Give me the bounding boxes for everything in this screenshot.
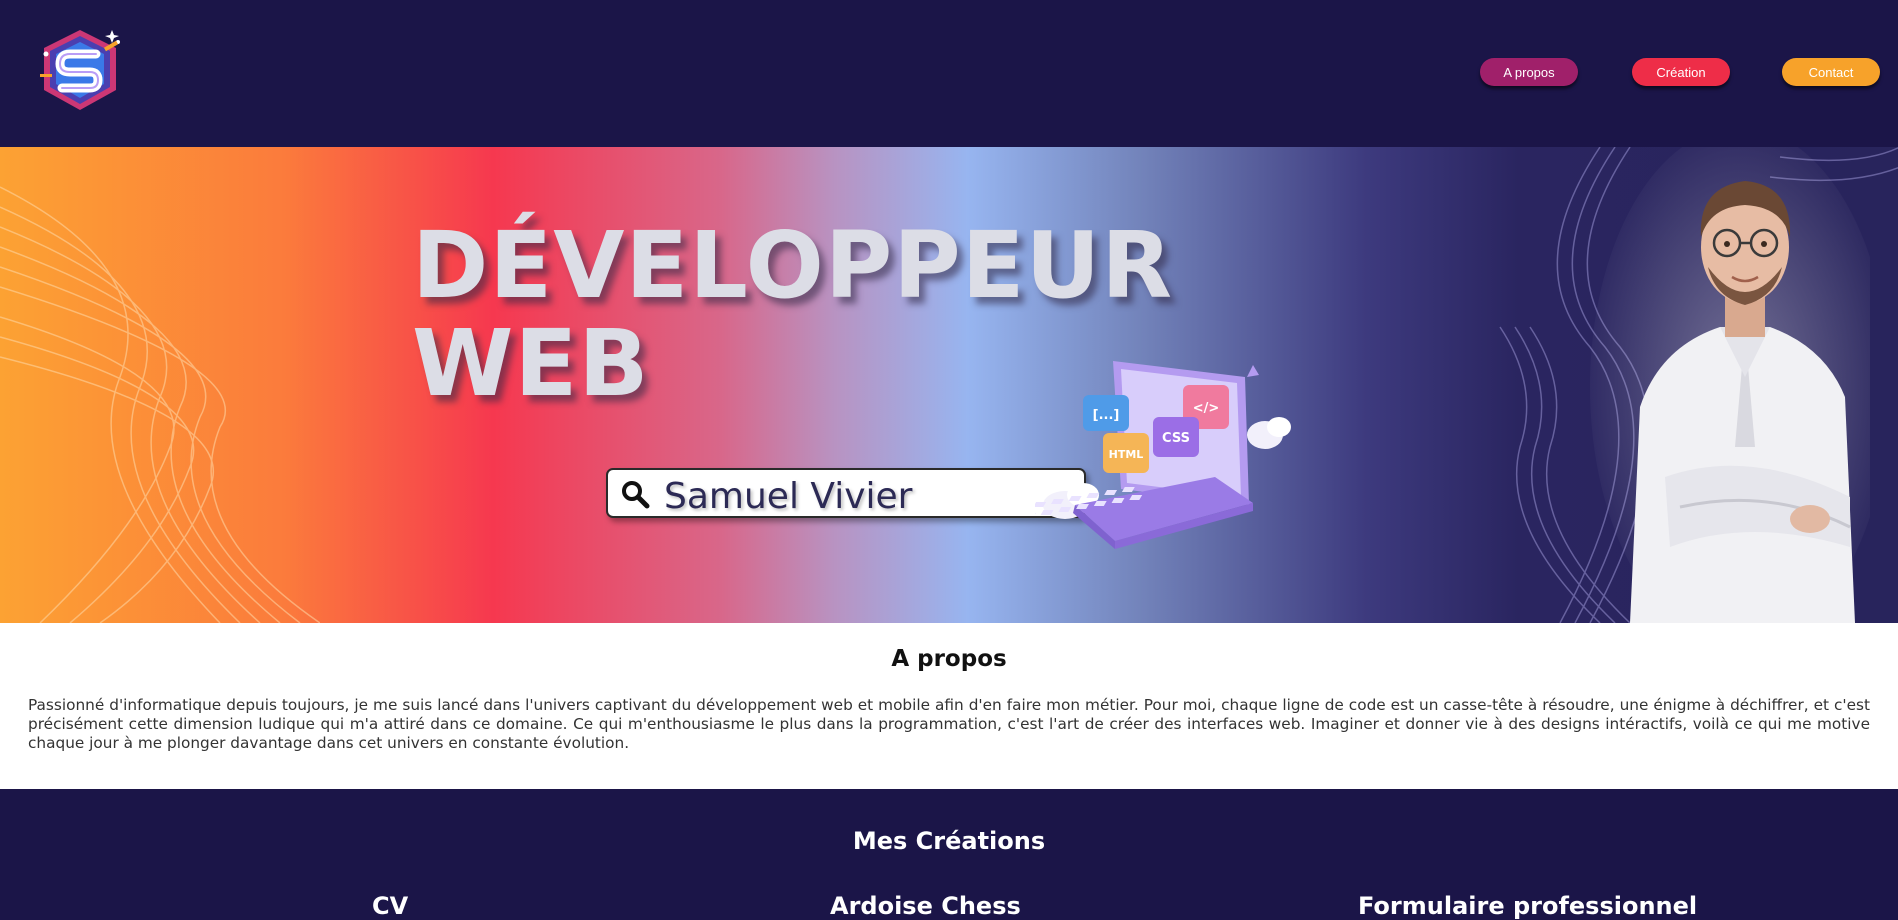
svg-text:CSS: CSS xyxy=(1162,431,1190,446)
svg-text:</>: </> xyxy=(1193,401,1220,416)
about-title: A propos xyxy=(891,646,1007,672)
wave-lines-left xyxy=(0,186,320,623)
creation-card-title[interactable]: CV xyxy=(372,892,408,920)
creations-section: Mes Créations CV Ardoise Chess Formulair… xyxy=(0,789,1898,920)
nav-creation-button[interactable]: Création xyxy=(1632,58,1730,86)
about-text: Passionné d'informatique depuis toujours… xyxy=(28,696,1870,752)
search-value: Samuel Vivier xyxy=(664,476,913,517)
about-section: A propos Passionné d'informatique depuis… xyxy=(0,623,1898,789)
creations-title: Mes Créations xyxy=(852,827,1046,855)
svg-text:HTML: HTML xyxy=(1109,448,1144,461)
site-header: A propos Création Contact xyxy=(0,0,1898,147)
hero-banner: DÉVELOPPEUR WEB Samuel Vivier [...] </> … xyxy=(0,147,1898,623)
search-icon xyxy=(622,481,650,509)
name-search-bar[interactable]: Samuel Vivier xyxy=(606,468,1086,518)
nav-contact-button[interactable]: Contact xyxy=(1782,58,1880,86)
creation-card-title[interactable]: Formulaire professionnel xyxy=(1358,892,1697,920)
logo-s-icon[interactable] xyxy=(34,24,126,116)
laptop-illustration: [...] </> CSS HTML xyxy=(1035,361,1291,549)
svg-text:[...]: [...] xyxy=(1093,408,1120,423)
hero-title-line1: DÉVELOPPEUR xyxy=(412,212,1174,319)
portrait-photo xyxy=(1590,147,1870,623)
nav-about-button[interactable]: A propos xyxy=(1480,58,1578,86)
creation-card-title[interactable]: Ardoise Chess xyxy=(830,892,1021,920)
